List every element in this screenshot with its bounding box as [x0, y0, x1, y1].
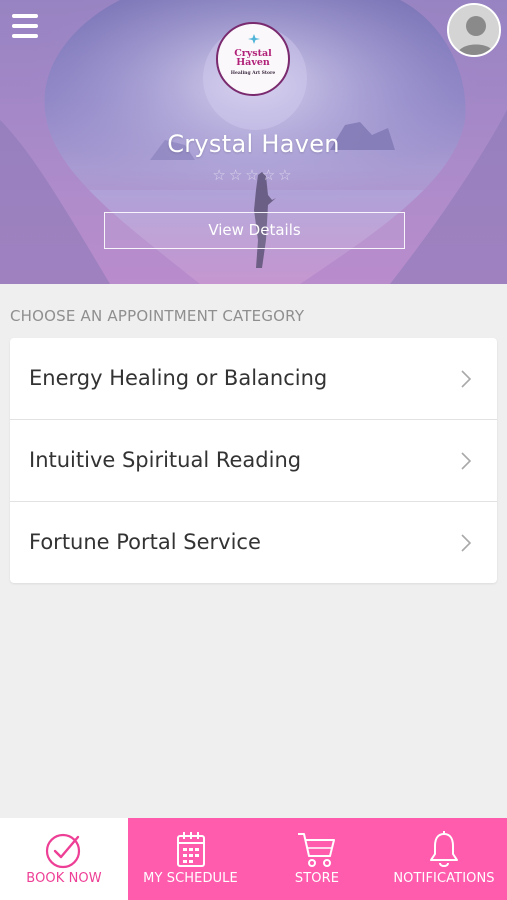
- category-label: Intuitive Spiritual Reading: [29, 448, 302, 472]
- tab-label: NOTIFICATIONS: [393, 871, 495, 886]
- menu-button[interactable]: [12, 14, 38, 38]
- tab-notifications[interactable]: NOTIFICATIONS: [381, 818, 507, 900]
- view-details-button[interactable]: View Details: [104, 212, 405, 249]
- crystal-sparkle-icon: [248, 34, 260, 44]
- category-row-intuitive-reading[interactable]: Intuitive Spiritual Reading: [10, 420, 497, 502]
- bell-icon: [430, 831, 458, 867]
- logo-name: Crystal Haven: [234, 47, 272, 68]
- tab-label: STORE: [294, 871, 340, 886]
- check-circle-icon: [45, 833, 81, 869]
- chevron-right-icon: [461, 534, 472, 552]
- category-row-energy-healing[interactable]: Energy Healing or Balancing: [10, 338, 497, 420]
- business-logo: Crystal Haven Healing Art Store: [216, 22, 290, 96]
- chevron-right-icon: [461, 370, 472, 388]
- profile-avatar-button[interactable]: [447, 3, 501, 57]
- rating-stars: ☆☆☆☆☆: [212, 166, 295, 184]
- logo-subtitle: Healing Art Store: [230, 70, 276, 76]
- category-heading: CHOOSE AN APPOINTMENT CATEGORY: [10, 307, 305, 325]
- bottom-tab-bar: BOOK NOW MY SCHEDULE STORE NOTIFICATIONS: [0, 818, 507, 900]
- hero-banner: Crystal Haven Healing Art Store Crystal …: [0, 0, 507, 284]
- business-name: Crystal Haven: [167, 130, 340, 158]
- hamburger-menu-icon: [12, 14, 38, 18]
- shopping-cart-icon: [298, 833, 335, 867]
- calendar-icon: [176, 832, 205, 867]
- chevron-right-icon: [461, 452, 472, 470]
- category-label: Energy Healing or Balancing: [29, 366, 328, 390]
- category-row-fortune-portal[interactable]: Fortune Portal Service: [10, 502, 497, 583]
- tab-label: MY SCHEDULE: [143, 871, 238, 886]
- category-label: Fortune Portal Service: [29, 530, 261, 554]
- category-list: Energy Healing or Balancing Intuitive Sp…: [10, 338, 497, 583]
- tab-book-now[interactable]: BOOK NOW: [0, 818, 128, 900]
- tab-store[interactable]: STORE: [253, 818, 381, 900]
- tab-my-schedule[interactable]: MY SCHEDULE: [128, 818, 253, 900]
- tab-label: BOOK NOW: [26, 871, 102, 886]
